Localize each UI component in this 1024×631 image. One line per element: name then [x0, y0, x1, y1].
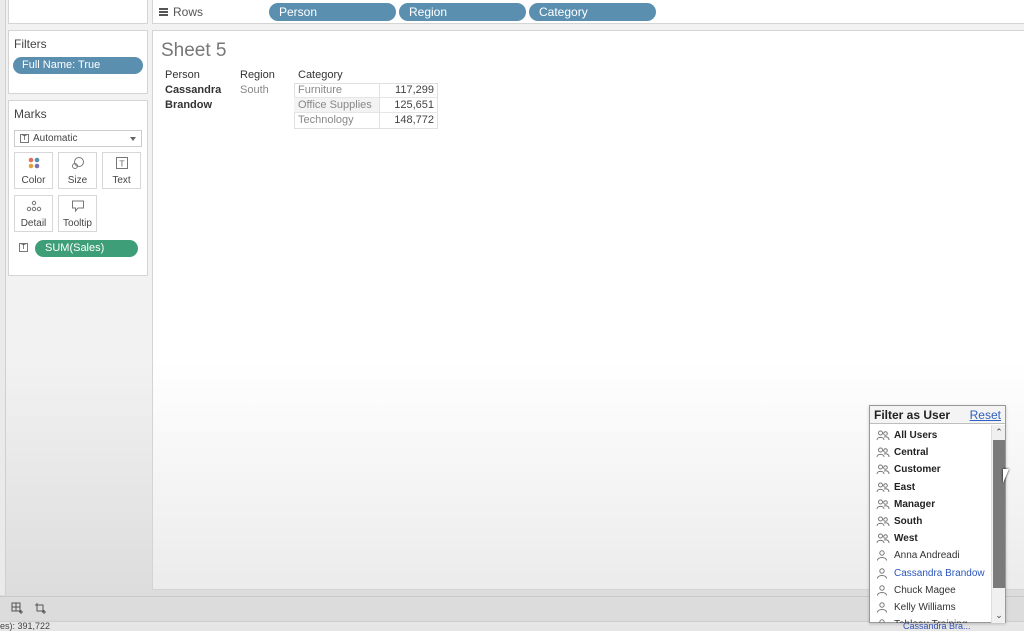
user-group-item[interactable]: South: [870, 513, 991, 530]
mouse-cursor: [1003, 469, 1015, 483]
scroll-down-icon[interactable]: ⌄: [994, 610, 1004, 620]
user-item-label: Central: [894, 447, 929, 459]
user-group-item[interactable]: Customer: [870, 461, 991, 478]
user-item-label: South: [894, 516, 923, 527]
filters-title: Filters: [14, 37, 47, 51]
user-item[interactable]: Anna Andreadi: [870, 547, 991, 564]
header-person[interactable]: Person: [165, 69, 200, 81]
category-cell[interactable]: Technology: [294, 113, 379, 128]
color-button[interactable]: Color: [14, 152, 53, 189]
status-sum-text: es): 391,722: [0, 621, 51, 631]
mark-type-dropdown[interactable]: T Automatic: [14, 130, 142, 147]
user-group-item[interactable]: East: [870, 479, 991, 496]
scroll-up-icon[interactable]: ⌃: [994, 427, 1004, 437]
user-group-item[interactable]: Manager: [870, 496, 991, 513]
sales-value-cell[interactable]: 148,772: [379, 113, 438, 128]
user-item-label: West: [894, 533, 918, 545]
user-group-item[interactable]: Central: [870, 444, 991, 461]
user-group-item[interactable]: All Users: [870, 427, 991, 444]
category-cell[interactable]: Furniture: [294, 83, 379, 98]
tooltip-button[interactable]: Tooltip: [58, 195, 97, 232]
filters-card: Filters Full Name: True: [8, 30, 148, 94]
user-list-scrollbar[interactable]: ⌃ ⌄: [991, 425, 1005, 623]
rows-shelf[interactable]: Rows Person Region Category: [152, 0, 1024, 24]
user-item-label: Customer: [894, 464, 941, 476]
rows-pill-region[interactable]: Region: [399, 3, 526, 21]
user-item-label: Anna Andreadi: [894, 550, 960, 562]
user-item-label: Cassandra Brandow: [894, 567, 985, 579]
person-name-line2[interactable]: Brandow: [165, 99, 212, 111]
user-item-label: Tableau Training: [894, 619, 967, 623]
text-button[interactable]: T Text: [102, 152, 141, 189]
rows-pill-person[interactable]: Person: [269, 3, 396, 21]
marks-card: Marks T Automatic Color Size T Text Deta…: [8, 100, 148, 276]
user-list: All Users Central Customer East Manager South…: [870, 425, 991, 623]
rows-pill-category[interactable]: Category: [529, 3, 656, 21]
detail-button[interactable]: Detail: [14, 195, 53, 232]
chevron-down-icon: [130, 137, 136, 141]
user-item[interactable]: Cassandra Brandow: [870, 565, 991, 582]
filter-as-user-panel: Filter as User Reset All Users Central Cus…: [869, 405, 1006, 623]
user-item[interactable]: Tableau Training: [870, 616, 991, 623]
svg-text:T: T: [118, 160, 124, 169]
header-category[interactable]: Category: [298, 69, 343, 81]
user-item-label: All Users: [894, 430, 938, 441]
user-item-label: Chuck Magee: [894, 584, 956, 596]
text-icon: T: [103, 156, 140, 175]
filter-as-user-header: Filter as User Reset: [870, 406, 1005, 424]
rows-label: Rows: [159, 5, 203, 19]
filter-as-user-title: Filter as User: [874, 408, 951, 422]
sum-sales-pill[interactable]: SUM(Sales): [35, 240, 138, 257]
detail-dots-icon: [15, 199, 52, 218]
text-encoding-icon: T: [19, 243, 28, 252]
scrollbar-thumb[interactable]: [993, 440, 1005, 588]
reset-link[interactable]: Reset: [970, 408, 1001, 422]
pages-shelf: [8, 0, 148, 24]
rows-list-icon: [159, 8, 168, 16]
region-cell[interactable]: South: [240, 84, 269, 96]
new-worksheet-icon[interactable]: [11, 602, 24, 615]
size-button[interactable]: Size: [58, 152, 97, 189]
text-mark-icon: T: [20, 134, 29, 143]
user-item-label: Kelly Williams: [894, 602, 956, 613]
tooltip-icon: [59, 199, 96, 218]
category-cell[interactable]: Office Supplies: [294, 98, 379, 113]
user-item-label: East: [894, 481, 916, 493]
header-region[interactable]: Region: [240, 69, 275, 81]
sales-value-cell[interactable]: 125,651: [379, 98, 438, 113]
color-dots-icon: [15, 156, 52, 175]
user-item[interactable]: Kelly Williams: [870, 599, 991, 616]
user-group-item[interactable]: West: [870, 530, 991, 547]
left-edge-strip: [0, 0, 6, 595]
size-icon: [59, 156, 96, 175]
user-item[interactable]: Chuck Magee: [870, 582, 991, 599]
user-item-label: Manager: [894, 498, 936, 510]
new-dashboard-icon[interactable]: [34, 602, 47, 615]
marks-title: Marks: [14, 107, 47, 121]
sales-value-cell[interactable]: 117,299: [379, 83, 438, 98]
filter-pill-full-name[interactable]: Full Name: True: [13, 57, 143, 74]
person-name-line1[interactable]: Cassandra: [165, 84, 221, 96]
sheet-title: Sheet 5: [161, 40, 227, 61]
